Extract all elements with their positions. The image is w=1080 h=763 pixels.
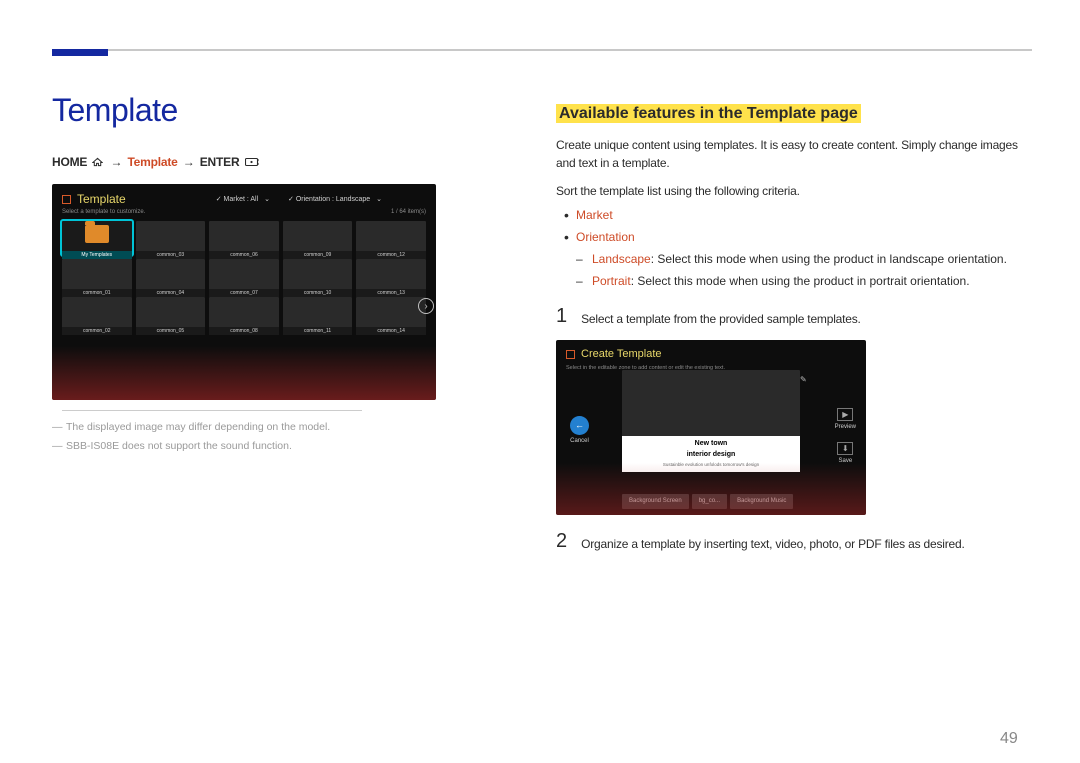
template-cell-label: common_14 [356, 327, 426, 335]
footnotes-separator [62, 410, 362, 411]
ts-subheader: Select a template to customize. 1 / 64 i… [52, 208, 436, 215]
step-2-num: 2 [556, 531, 567, 553]
footnote-1: The displayed image may differ depending… [66, 418, 330, 437]
bullet-market: Market [576, 208, 613, 222]
step-1-text: Select a template from the provided samp… [581, 306, 1032, 328]
template-cell[interactable]: common_09 [283, 221, 353, 255]
label-landscape: Landscape [592, 252, 651, 266]
tab-bg-music[interactable]: Background Music [730, 494, 793, 509]
template-cell[interactable]: common_04 [136, 259, 206, 293]
cancel-button[interactable]: ← Cancel [570, 416, 589, 446]
ts-grid: My Templatescommon_03common_06common_09c… [52, 215, 436, 333]
bullet-orientation: Orientation [576, 230, 635, 244]
cs-right-actions: ▶ Preview ⬇ Save [835, 408, 856, 476]
ts-header: Template ✓ Market : All⌄ ✓ Orientation :… [52, 184, 436, 208]
template-cell[interactable]: common_11 [283, 297, 353, 331]
template-cell[interactable]: common_08 [209, 297, 279, 331]
section-title: Available features in the Template page [556, 104, 861, 123]
breadcrumb-arrow-1: → [108, 155, 124, 169]
canvas-line3: Sustainble evolution unfolods tomorrow's… [663, 462, 759, 469]
section-p2: Sort the template list using the followi… [556, 182, 1032, 200]
desc-landscape: : Select this mode when using the produc… [651, 252, 1007, 266]
template-cell[interactable]: common_07 [209, 259, 279, 293]
template-cell-label: common_09 [283, 251, 353, 259]
template-screenshot: Template ✓ Market : All⌄ ✓ Orientation :… [52, 184, 436, 400]
create-template-screenshot: Create Template Select in the editable z… [556, 340, 866, 515]
cancel-icon: ← [570, 416, 589, 435]
cs-title: Create Template [581, 346, 662, 363]
template-cell-label: common_11 [283, 327, 353, 335]
template-cell-label: common_13 [356, 289, 426, 297]
tab-bg-screen[interactable]: Background Screen [622, 494, 689, 509]
next-page-button[interactable]: › [418, 298, 434, 314]
template-cell-selected[interactable]: My Templates [62, 221, 132, 255]
section-p1: Create unique content using templates. I… [556, 136, 1032, 172]
cs-canvas-text-block: New town interior design Sustainble evol… [622, 436, 800, 472]
canvas-line1: New town [695, 439, 728, 450]
save-icon: ⬇ [837, 442, 853, 455]
canvas-line2: interior design [687, 450, 736, 461]
template-cell-label: My Templates [62, 251, 132, 259]
breadcrumb-home: HOME [52, 155, 87, 169]
template-cell[interactable]: common_03 [136, 221, 206, 255]
template-cell-label: common_06 [209, 251, 279, 259]
template-cell[interactable]: common_01 [62, 259, 132, 293]
template-cell-label: common_04 [136, 289, 206, 297]
tab-bg-co[interactable]: bg_co... [692, 494, 727, 509]
cs-header: Create Template [556, 340, 866, 363]
template-cell[interactable]: common_02 [62, 297, 132, 331]
footnote-2: SBB-IS08E does not support the sound fun… [66, 437, 292, 456]
save-label: Save [838, 458, 852, 464]
template-cell-label: common_05 [136, 327, 206, 335]
sub-list: Landscape: Select this mode when using t… [576, 250, 1032, 290]
cs-canvas: New town interior design Sustainble evol… [622, 370, 800, 472]
template-cell-label: common_08 [209, 327, 279, 335]
header-accent [52, 49, 108, 56]
template-cell[interactable]: common_13 [356, 259, 426, 293]
cancel-label: Cancel [570, 438, 589, 444]
ts-title: Template [77, 192, 126, 206]
ts-gradient [52, 346, 436, 400]
folder-icon [85, 225, 109, 243]
step-2: 2 Organize a template by inserting text,… [556, 531, 1032, 553]
page-header-rule [52, 49, 1032, 51]
cs-tabs: Background Screen bg_co... Background Mu… [622, 494, 793, 509]
desc-portrait: : Select this mode when using the produc… [631, 274, 970, 288]
template-cell-label: common_02 [62, 327, 132, 335]
preview-icon: ▶ [837, 408, 853, 421]
preview-button[interactable]: ▶ Preview [835, 408, 856, 432]
ts-orient: ✓ Orientation : Landscape⌄ [288, 195, 382, 203]
save-button[interactable]: ⬇ Save [835, 442, 856, 466]
template-cell-label: common_07 [209, 289, 279, 297]
create-template-icon [566, 350, 575, 359]
breadcrumb: HOME → Template → ENTER [52, 155, 261, 170]
label-portrait: Portrait [592, 274, 631, 288]
template-cell-label: common_10 [283, 289, 353, 297]
template-icon [62, 195, 71, 204]
step-1: 1 Select a template from the provided sa… [556, 306, 1032, 328]
footnotes: ―The displayed image may differ dependin… [52, 418, 432, 456]
bullets: Market Orientation Landscape: Select thi… [556, 206, 1032, 290]
right-column: Available features in the Template page … [556, 102, 1032, 553]
home-icon [90, 156, 105, 170]
template-cell[interactable]: common_10 [283, 259, 353, 293]
breadcrumb-template: Template [127, 155, 177, 169]
step-1-num: 1 [556, 306, 567, 328]
template-cell-label: common_01 [62, 289, 132, 297]
main-title: Template [52, 92, 178, 129]
breadcrumb-arrow-2: → [181, 155, 197, 169]
template-cell[interactable]: common_06 [209, 221, 279, 255]
edit-icon: ✎ [800, 374, 810, 384]
template-cell[interactable]: common_14 [356, 297, 426, 331]
enter-icon [243, 156, 261, 170]
breadcrumb-enter: ENTER [200, 155, 240, 169]
ts-market: ✓ Market : All⌄ [216, 195, 270, 203]
template-cell[interactable]: common_12 [356, 221, 426, 255]
step-2-text: Organize a template by inserting text, v… [581, 531, 1032, 553]
template-cell-label: common_12 [356, 251, 426, 259]
template-cell-label: common_03 [136, 251, 206, 259]
preview-label: Preview [835, 424, 856, 430]
page-number: 49 [1000, 730, 1018, 748]
template-cell[interactable]: common_05 [136, 297, 206, 331]
